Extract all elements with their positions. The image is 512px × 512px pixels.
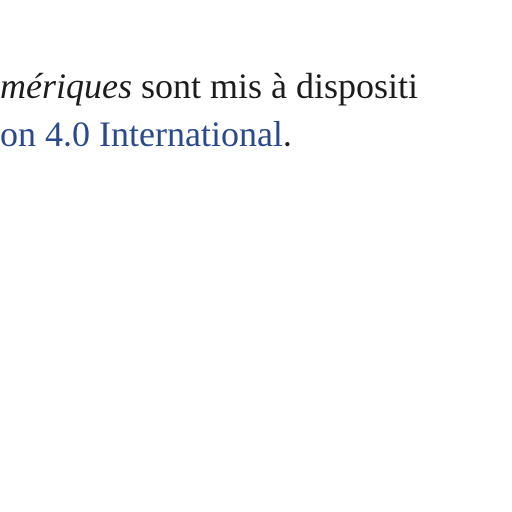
license-link[interactable]: on 4.0 International	[0, 114, 283, 154]
text-line-license: on 4.0 International.	[0, 116, 292, 152]
italic-term: mériques	[0, 66, 132, 106]
text-line-availability: mériques sont mis à dispositi	[0, 68, 418, 104]
sentence-period: .	[282, 114, 292, 154]
availability-text: sont mis à dispositi	[131, 66, 419, 106]
document-page: mériques sont mis à dispositi on 4.0 Int…	[0, 0, 512, 512]
